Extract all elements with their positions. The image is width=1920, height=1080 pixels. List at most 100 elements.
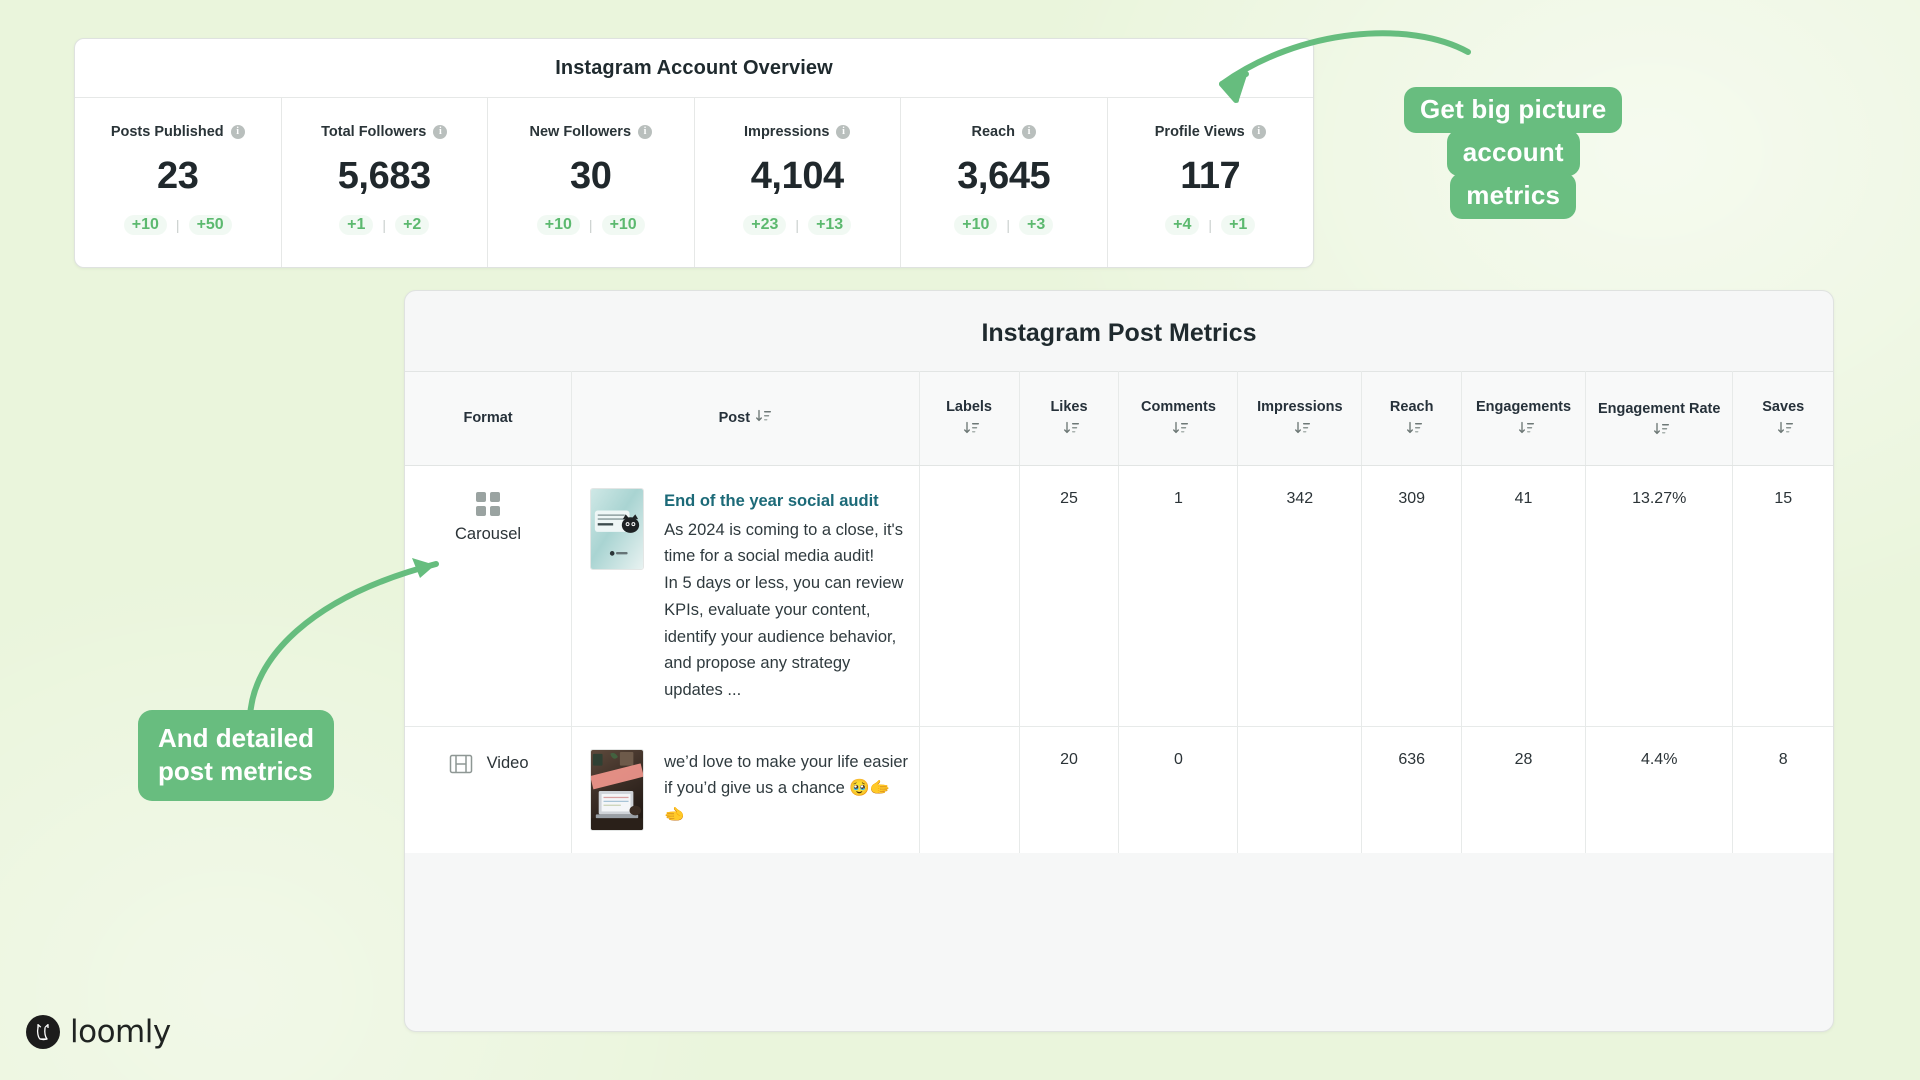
stat-label-text: Impressions: [744, 124, 829, 140]
stat-label-text: Reach: [971, 124, 1015, 140]
column-header-comments[interactable]: Comments: [1119, 372, 1238, 466]
post-title[interactable]: End of the year social audit: [664, 488, 908, 515]
loomly-wordmark: loomly: [70, 1014, 171, 1050]
stat-delta-separator: |: [589, 217, 593, 233]
stat-delta-primary: +1: [339, 215, 373, 235]
stat-label: Profile Views i: [1155, 124, 1266, 140]
post-metrics-card: Instagram Post Metrics Format Post Label…: [404, 290, 1834, 1032]
cell-saves: 15: [1733, 466, 1833, 727]
callout-line: Get big picture: [1404, 87, 1622, 133]
column-header-labels[interactable]: Labels: [919, 372, 1019, 466]
column-header-label: Reach: [1390, 399, 1434, 415]
stat-deltas: +10 | +10: [537, 215, 645, 235]
column-header-saves[interactable]: Saves: [1733, 372, 1833, 466]
format-label: Video: [487, 754, 529, 773]
cell-engagements: 41: [1462, 466, 1586, 727]
stat-value: 117: [1180, 157, 1240, 195]
post-thumbnail[interactable]: [590, 749, 644, 831]
info-icon[interactable]: i: [1022, 125, 1036, 139]
stat-label-text: Posts Published: [111, 124, 224, 140]
post-body: As 2024 is coming to a close, it's time …: [664, 517, 908, 704]
cell-comments: 1: [1119, 466, 1238, 727]
info-icon[interactable]: i: [231, 125, 245, 139]
cell-comments: 0: [1119, 726, 1238, 853]
stat-delta-secondary: +13: [808, 215, 851, 235]
stat-label: New Followers i: [529, 124, 652, 140]
sort-descending-icon[interactable]: [1294, 420, 1311, 437]
cell-value: 20: [1030, 749, 1109, 769]
film-icon: [448, 751, 474, 777]
callout-line: And detailed: [158, 722, 314, 755]
stat-value: 4,104: [751, 157, 844, 195]
format-label: Carousel: [455, 525, 521, 544]
post-metrics-title: Instagram Post Metrics: [405, 291, 1833, 371]
stat-posts-published: Posts Published i 23 +10 | +50: [75, 98, 282, 268]
cell-labels: [919, 466, 1019, 727]
cell-engagements: 28: [1462, 726, 1586, 853]
callout-box: And detailed post metrics: [138, 710, 334, 801]
info-icon[interactable]: i: [836, 125, 850, 139]
stat-deltas: +1 | +2: [339, 215, 429, 235]
stat-delta-separator: |: [176, 217, 180, 233]
table-row[interactable]: Carousel: [405, 466, 1833, 727]
column-header-impressions[interactable]: Impressions: [1238, 372, 1362, 466]
stat-delta-secondary: +10: [602, 215, 645, 235]
column-header-engagement-rate[interactable]: Engagement Rate: [1585, 372, 1733, 466]
stat-deltas: +10 | +3: [954, 215, 1053, 235]
post-wrapper: we’d love to make your life easier if yo…: [582, 749, 908, 831]
sort-descending-icon[interactable]: [755, 408, 772, 425]
stat-value: 3,645: [957, 157, 1050, 195]
sort-descending-icon[interactable]: [963, 420, 980, 437]
stat-label: Posts Published i: [111, 124, 245, 140]
cell-post: End of the year social audit As 2024 is …: [572, 466, 919, 727]
cell-value: 13.27%: [1596, 488, 1723, 508]
cell-value: 25: [1030, 488, 1109, 508]
stat-reach: Reach i 3,645 +10 | +3: [901, 98, 1108, 268]
cell-saves: 8: [1733, 726, 1833, 853]
column-header-post[interactable]: Post: [572, 372, 919, 466]
stat-delta-separator: |: [1006, 217, 1010, 233]
post-thumbnail[interactable]: [590, 488, 644, 570]
format-wrapper: Carousel: [415, 488, 561, 544]
sort-descending-icon[interactable]: [1653, 421, 1670, 438]
sort-descending-icon[interactable]: [1518, 420, 1535, 437]
cell-value: 1: [1129, 488, 1227, 508]
stat-profile-views: Profile Views i 117 +4 | +1: [1108, 98, 1314, 268]
stat-delta-primary: +4: [1165, 215, 1199, 235]
info-icon[interactable]: i: [638, 125, 652, 139]
cell-impressions: [1238, 726, 1362, 853]
column-header-engagements[interactable]: Engagements: [1462, 372, 1586, 466]
stat-deltas: +10 | +50: [124, 215, 232, 235]
cell-post: we’d love to make your life easier if yo…: [572, 726, 919, 853]
cell-value: [930, 488, 1009, 490]
cell-value: 8: [1743, 749, 1823, 769]
stat-label-text: New Followers: [529, 124, 631, 140]
column-header-label: Impressions: [1257, 399, 1342, 415]
table-row[interactable]: Video: [405, 726, 1833, 853]
stat-new-followers: New Followers i 30 +10 | +10: [488, 98, 695, 268]
stat-delta-primary: +10: [954, 215, 997, 235]
sort-descending-icon[interactable]: [1406, 420, 1423, 437]
column-header-label: Post: [719, 410, 750, 426]
column-header-label: Comments: [1141, 399, 1216, 415]
sort-descending-icon[interactable]: [1777, 420, 1794, 437]
column-header-likes[interactable]: Likes: [1019, 372, 1119, 466]
column-header-reach[interactable]: Reach: [1362, 372, 1462, 466]
cell-likes: 25: [1019, 466, 1119, 727]
post-wrapper: End of the year social audit As 2024 is …: [582, 488, 908, 704]
post-text: we’d love to make your life easier if yo…: [664, 749, 908, 831]
stat-delta-secondary: +50: [189, 215, 232, 235]
column-header-label: Format: [463, 410, 512, 426]
callout-post-metrics: And detailed post metrics: [138, 710, 334, 801]
stat-delta-separator: |: [795, 217, 799, 233]
stat-delta-primary: +23: [743, 215, 786, 235]
sort-descending-icon[interactable]: [1063, 420, 1080, 437]
info-icon[interactable]: i: [1252, 125, 1266, 139]
callout-line: account: [1447, 130, 1580, 176]
cell-value: 28: [1472, 749, 1575, 769]
loomly-logo[interactable]: loomly: [26, 1014, 171, 1050]
cell-engagement-rate: 13.27%: [1585, 466, 1733, 727]
info-icon[interactable]: i: [433, 125, 447, 139]
sort-descending-icon[interactable]: [1172, 420, 1189, 437]
stat-delta-secondary: +3: [1019, 215, 1053, 235]
